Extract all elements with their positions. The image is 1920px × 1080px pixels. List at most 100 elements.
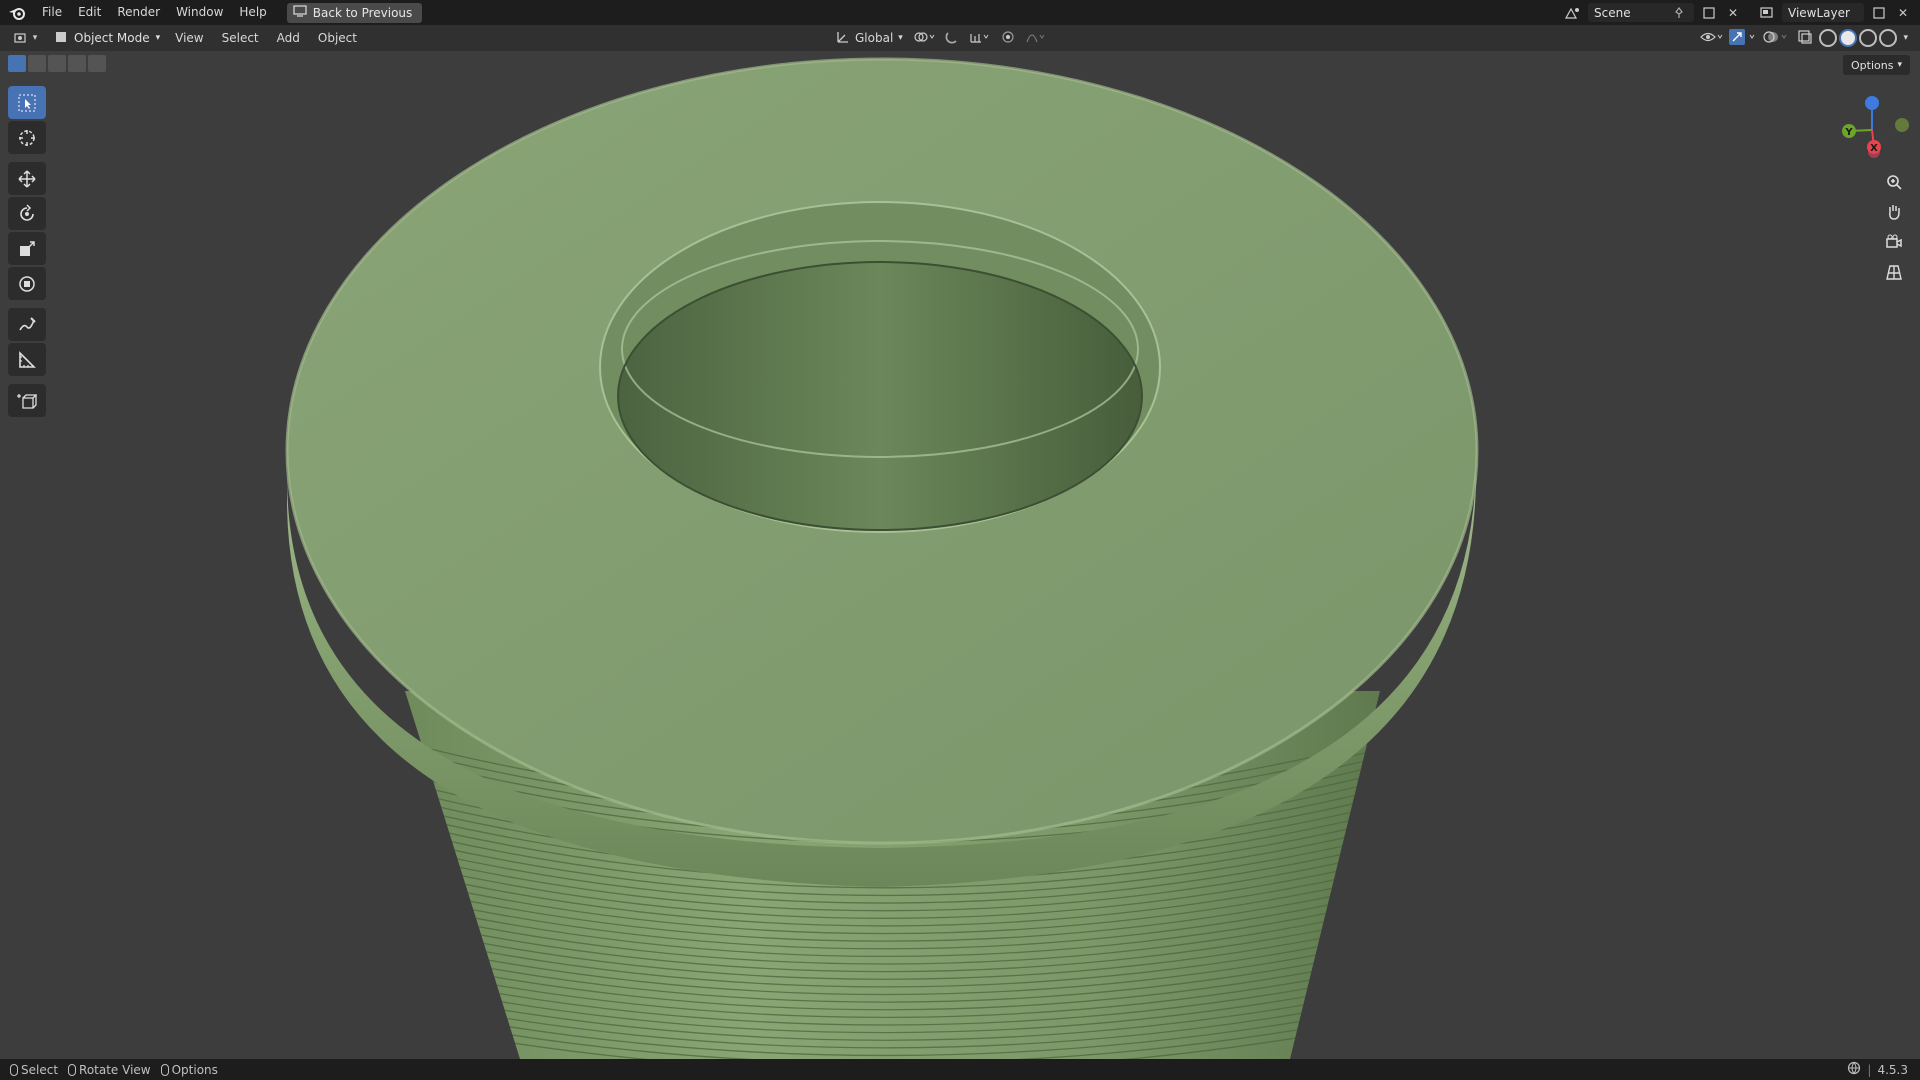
proportional-editing-icon[interactable]: [1001, 30, 1015, 47]
pin-icon[interactable]: [1670, 4, 1688, 22]
editor-type-icon[interactable]: ▾: [10, 28, 40, 48]
material-shading-icon[interactable]: [1859, 29, 1878, 47]
mouse-right-icon: [160, 1063, 169, 1076]
axis-icon: [836, 30, 850, 47]
mouse-left-icon: [10, 1063, 18, 1076]
move-tool[interactable]: [8, 162, 46, 195]
status-select-label: Select: [21, 1062, 59, 1077]
globe-icon[interactable]: [1847, 1061, 1861, 1078]
menu-object[interactable]: Object: [309, 31, 366, 45]
y-axis-label: Y: [1844, 127, 1853, 138]
navigation-gizmo[interactable]: Y X: [1832, 90, 1912, 170]
transform-tool[interactable]: [8, 267, 46, 300]
status-divider: |: [1867, 1062, 1872, 1077]
rotate-icon: [20, 203, 34, 221]
select-intersect-icon[interactable]: [88, 55, 106, 72]
back-to-previous-label: Back to Previous: [312, 5, 413, 20]
3d-viewport[interactable]: [0, 51, 1920, 1059]
zoom-icon[interactable]: [1880, 168, 1908, 196]
select-invert-icon[interactable]: [68, 55, 86, 72]
scale-tool[interactable]: [8, 232, 46, 265]
solid-shading-icon[interactable]: [1839, 29, 1858, 47]
status-bar: Select Rotate View Options | 4.5.3: [0, 1059, 1920, 1080]
cursor-select-icon: [18, 94, 36, 111]
select-new-icon[interactable]: [8, 55, 26, 72]
chevron-down-icon: ▾: [1897, 60, 1902, 70]
new-scene-icon[interactable]: [1700, 4, 1718, 22]
blender-logo-icon[interactable]: [0, 0, 34, 25]
menu-edit[interactable]: Edit: [70, 0, 109, 25]
menu-select[interactable]: Select: [213, 31, 268, 45]
rotate-tool[interactable]: [8, 197, 46, 230]
perspective-grid-icon[interactable]: [1880, 258, 1908, 286]
move-arrows-icon: [18, 169, 36, 188]
menu-view[interactable]: View: [166, 31, 212, 45]
add-cube-tool[interactable]: [8, 384, 46, 417]
object-mode-icon: [54, 30, 68, 47]
scene-name: Scene: [1594, 5, 1631, 20]
transform-icon: [19, 275, 35, 292]
options-label: Options: [1851, 58, 1894, 72]
viewport-header: ▾ Object Mode ▾ View Select Add Object G…: [0, 25, 1920, 51]
chevron-down-icon: ▾: [898, 33, 903, 43]
select-subtract-icon[interactable]: [48, 55, 66, 72]
mode-label: Object Mode: [74, 31, 150, 45]
status-select: Select: [10, 1063, 58, 1077]
mode-selector[interactable]: Object Mode ▾: [48, 28, 166, 48]
neg-y-axis-icon[interactable]: [1895, 118, 1909, 132]
view-layer-field[interactable]: ViewLayer: [1782, 3, 1864, 22]
status-rotate: Rotate View: [68, 1063, 151, 1077]
annotate-tool[interactable]: [8, 308, 46, 341]
menu-render[interactable]: Render: [109, 0, 168, 25]
shading-options-chevron-icon[interactable]: ▾: [1903, 33, 1908, 43]
select-box-tool[interactable]: [8, 86, 46, 119]
menu-help[interactable]: Help: [231, 0, 274, 25]
wireframe-shading-icon[interactable]: [1819, 29, 1838, 47]
mouse-middle-icon: [68, 1063, 77, 1076]
status-rotate-label: Rotate View: [79, 1062, 151, 1077]
camera-view-icon[interactable]: [1880, 228, 1908, 256]
select-extend-icon[interactable]: [28, 55, 46, 72]
gizmo-toggle-icon[interactable]: [1729, 28, 1757, 48]
delete-scene-icon[interactable]: ✕: [1724, 4, 1742, 22]
screen-icon: [293, 5, 307, 20]
overlays-icon[interactable]: [1763, 29, 1791, 48]
falloff-icon[interactable]: [1025, 30, 1047, 47]
view-layer-icon[interactable]: [1758, 4, 1776, 22]
orientation-label: Global: [855, 31, 894, 45]
version-label: 4.5.3: [1877, 1062, 1908, 1077]
snap-target-icon[interactable]: [969, 30, 991, 47]
pivot-point-icon[interactable]: [913, 30, 935, 47]
x-axis-label: X: [1870, 143, 1878, 154]
shading-modes: [1819, 29, 1898, 47]
xray-icon[interactable]: [1797, 29, 1813, 48]
status-options: Options: [160, 1062, 218, 1077]
left-toolbar: [8, 86, 48, 419]
delete-view-layer-icon[interactable]: ✕: [1894, 4, 1912, 22]
scene-field[interactable]: Scene: [1588, 3, 1694, 22]
cursor-tool[interactable]: [8, 121, 46, 154]
selection-mode-group: [8, 55, 106, 72]
view-layer-name: ViewLayer: [1788, 5, 1850, 20]
add-cube-icon: [17, 393, 37, 409]
scene-selector-icon[interactable]: [1564, 4, 1582, 22]
menu-window[interactable]: Window: [168, 0, 231, 25]
menu-file[interactable]: File: [34, 0, 70, 25]
snap-icon[interactable]: [945, 30, 959, 47]
visibility-icon[interactable]: [1699, 30, 1723, 47]
status-options-label: Options: [171, 1062, 218, 1077]
z-axis-icon[interactable]: [1865, 96, 1879, 110]
hole-inner: [618, 262, 1142, 530]
options-button[interactable]: Options ▾: [1843, 55, 1910, 75]
pencil-icon: [19, 316, 36, 330]
scale-icon: [20, 240, 35, 256]
crosshair-icon: [19, 129, 35, 146]
rendered-shading-icon[interactable]: [1879, 29, 1898, 47]
new-view-layer-icon[interactable]: [1870, 4, 1888, 22]
menu-add[interactable]: Add: [268, 31, 309, 45]
transform-orientation-selector[interactable]: Global ▾: [836, 30, 903, 47]
pan-hand-icon[interactable]: [1880, 198, 1908, 226]
measure-tool[interactable]: [8, 343, 46, 376]
back-to-previous-button[interactable]: Back to Previous: [286, 2, 423, 23]
chevron-down-icon: ▾: [155, 33, 161, 43]
